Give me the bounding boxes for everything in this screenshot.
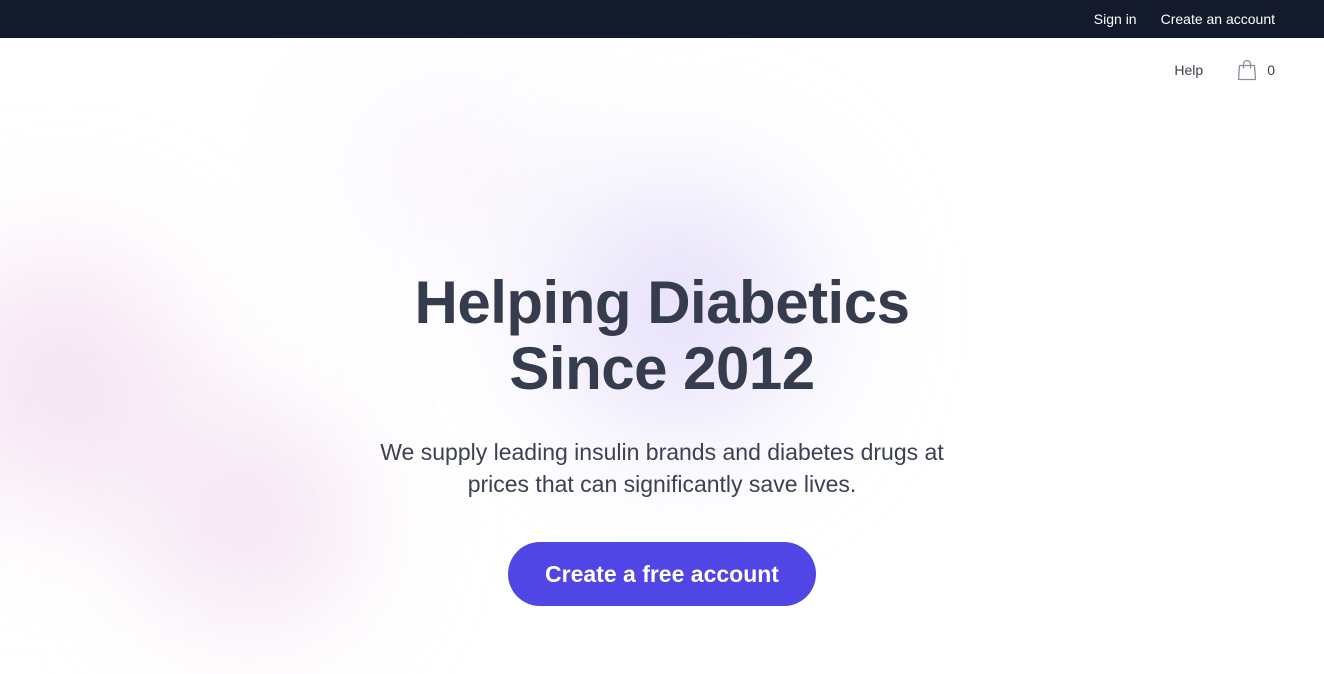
hero-subtitle: We supply leading insulin brands and dia… [342,436,982,500]
sign-in-link[interactable]: Sign in [1094,11,1137,27]
help-link[interactable]: Help [1174,62,1203,78]
hero-section: Helping Diabetics Since 2012 We supply l… [0,270,1324,606]
main-nav: Help 0 [0,38,1324,102]
cart-button[interactable]: 0 [1237,59,1275,81]
top-bar: Sign in Create an account [0,0,1324,38]
create-account-link[interactable]: Create an account [1161,11,1275,27]
create-free-account-button[interactable]: Create a free account [508,542,816,606]
shopping-bag-icon [1237,59,1257,81]
hero-subtitle-line: prices that can significantly save lives… [467,471,857,497]
hero-headline-line: Since 2012 [509,335,815,402]
hero-headline: Helping Diabetics Since 2012 [0,270,1324,402]
page: Sign in Create an account Help 0 Helping… [0,0,1324,674]
hero-headline-line: Helping Diabetics [414,269,910,336]
cart-count: 0 [1267,62,1275,78]
hero-subtitle-line: We supply leading insulin brands and dia… [380,439,944,465]
